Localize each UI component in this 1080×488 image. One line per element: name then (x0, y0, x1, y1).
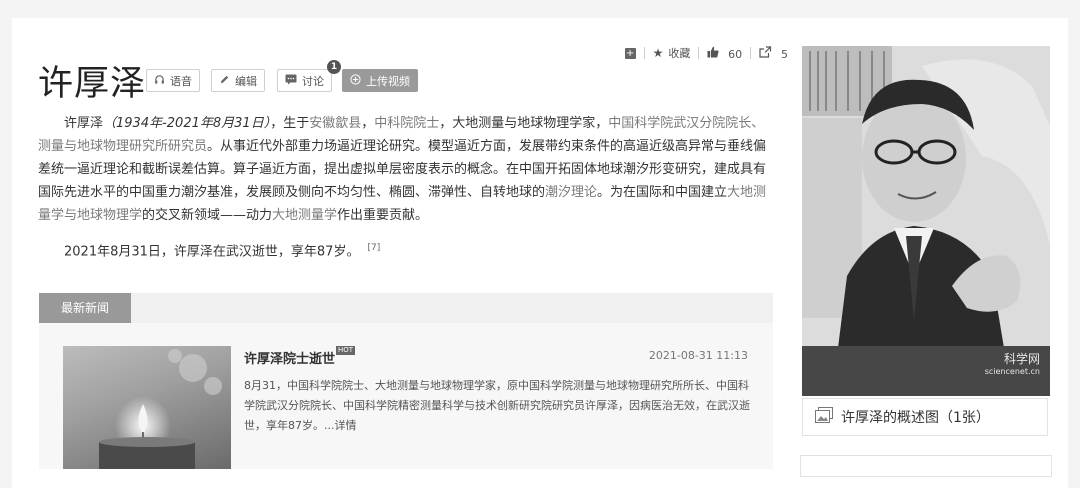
news-date: 2021-08-31 11:13 (648, 349, 748, 362)
tab-latest-news[interactable]: 最新新闻 (39, 293, 131, 323)
comment-icon (285, 74, 297, 88)
photo-watermark-sub: sciencenet.cn (984, 367, 1040, 376)
intro-text: ，大地测量与地球物理学家， (439, 116, 609, 131)
upload-video-label: 上传视频 (366, 74, 410, 88)
like-button[interactable]: 60 (707, 46, 742, 61)
news-description: 8月31，中国科学院院士、大地测量与地球物理学家，原中国科学院测量与地球物理研究… (244, 379, 750, 432)
death-text: 2021年8月31日，许厚泽在武汉逝世，享年87岁。 (64, 244, 360, 260)
portrait-photo[interactable]: 科学网 sciencenet.cn (802, 46, 1050, 396)
favorite-label: 收藏 (668, 47, 691, 60)
intro-text: 。为在国际和中国建立 (597, 185, 728, 200)
photo-caption-link[interactable]: 许厚泽的概述图（1张） (802, 398, 1048, 436)
divider (643, 47, 645, 59)
intro-dates: （1934年-2021年8月31日） (103, 116, 271, 131)
page-title: 许厚泽 (38, 64, 147, 104)
intro-link[interactable]: 安徽歙县 (309, 116, 361, 131)
headphones-icon (154, 74, 165, 88)
voice-button-label: 语音 (170, 74, 192, 88)
like-count: 60 (728, 47, 743, 61)
voice-button[interactable]: 语音 (146, 69, 200, 92)
news-title[interactable]: 许厚泽院士逝世 (244, 348, 335, 367)
intro-link[interactable]: 潮汐理论 (545, 185, 597, 200)
discuss-button-label: 讨论 (302, 74, 324, 88)
share-count: 5 (781, 47, 788, 61)
thumb-up-icon (707, 46, 723, 61)
intro-link[interactable]: 大地测量学 (272, 208, 337, 223)
death-paragraph: 2021年8月31日，许厚泽在武汉逝世，享年87岁。 [7] (38, 237, 772, 263)
photo-watermark: 科学网 (1003, 352, 1040, 366)
photo-caption-text: 许厚泽的概述图（1张） (841, 410, 990, 426)
gallery-icon (815, 407, 833, 427)
intro-text: 的交叉新领域——动力 (142, 208, 273, 223)
share-button[interactable]: 5 (759, 45, 788, 61)
intro-text: ， (361, 116, 375, 131)
star-icon: ★ (652, 46, 664, 60)
intro-text: ，生于 (270, 116, 310, 131)
sidebar-lower-card (800, 455, 1052, 477)
intro-link[interactable]: 中科院院士 (374, 116, 439, 131)
favorite-button[interactable]: ★ 收藏 (653, 45, 691, 61)
divider (698, 47, 700, 59)
hot-badge: HOT (336, 346, 356, 355)
intro-paragraph: 许厚泽（1934年-2021年8月31日），生于安徽歙县，中科院院士，大地测量与… (38, 112, 772, 227)
reference-link[interactable]: [7] (367, 243, 380, 253)
entry-actions: + ★ 收藏 60 5 (624, 44, 788, 62)
plus-box-icon[interactable]: + (624, 47, 636, 59)
upload-video-button[interactable]: 上传视频 (342, 69, 418, 92)
share-icon (759, 45, 776, 61)
news-header: 最新新闻 (39, 293, 773, 323)
intro-name: 许厚泽 (64, 116, 104, 131)
news-thumbnail[interactable] (63, 346, 231, 469)
edit-button[interactable]: 编辑 (211, 69, 265, 92)
edit-button-label: 编辑 (235, 74, 257, 88)
pencil-icon (219, 74, 230, 88)
intro-text: 作出重要贡献。 (337, 208, 429, 223)
discuss-button[interactable]: 讨论 (277, 69, 332, 92)
discuss-count-badge: 1 (327, 60, 341, 74)
divider (750, 47, 752, 59)
plus-circle-icon (350, 73, 361, 88)
